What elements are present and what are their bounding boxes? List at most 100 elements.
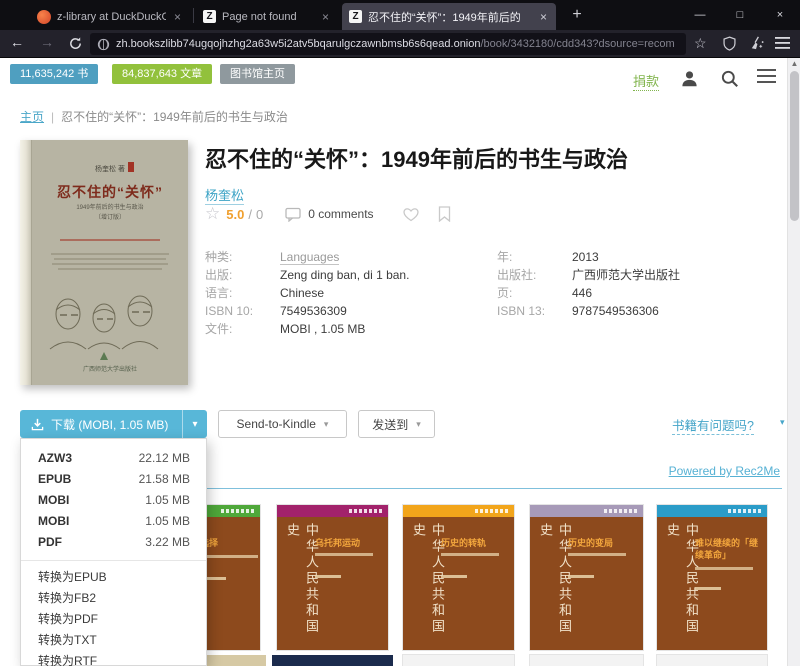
comments-count-label[interactable]: 0 comments [308,207,373,221]
tab-close-icon[interactable]: × [538,10,549,24]
category-link[interactable]: Languages [280,250,339,265]
convert-to-txt-option[interactable]: 转换为TXT [21,630,206,651]
browser-toolbar: ← → zh.bookszlibb74ugqojhzhg2a63w5i2atv5… [0,30,800,58]
favorite-heart-icon[interactable] [402,206,420,222]
cover-series-bar [403,505,514,517]
reload-icon[interactable] [68,36,83,51]
convert-to-pdf-option[interactable]: 转换为PDF [21,609,206,630]
recommended-row2-book-2[interactable] [272,655,393,666]
tab-title: z-library at DuckDuckGo [57,11,166,23]
zlibrary-favicon: Z [349,10,362,23]
cover-author-line [695,587,721,590]
book-cover[interactable]: 杨奎松 著 忍不住的“关怀” 1949年前后的书生与政治 〔增订版〕 [20,140,188,385]
zlibrary-book-page: 11,635,242 书 84,837,643 文章 图书馆主页 捐款 主页|忍… [0,58,800,666]
recommended-title: 历史的转轨 [441,537,509,549]
page-scrollbar[interactable]: ▲ [787,58,800,666]
scrollbar-thumb[interactable] [790,71,799,221]
send-to-kindle-label: Send-to-Kindle [237,417,316,431]
download-button[interactable]: 下载 (MOBI, 1.05 MB) [20,410,182,438]
library-home-badge[interactable]: 图书馆主页 [220,64,295,84]
breadcrumb: 主页|忍不住的“关怀”：1949年前后的书生与政治 [20,108,288,125]
tab-book-page-active[interactable]: Z 忍不住的“关怀”：1949年前后的 × [342,3,556,30]
url-bar[interactable]: zh.bookszlibb74ugqojhzhg2a63w5i2atv5bqar… [90,33,686,55]
recommended-title: 难以继续的「继续革命」 [695,537,763,561]
articles-count-badge[interactable]: 84,837,643 文章 [112,64,212,84]
meta-row-language: 语言:Chinese [205,284,409,302]
convert-to-epub-option[interactable]: 转换为EPUB [21,567,206,588]
convert-to-fb2-option[interactable]: 转换为FB2 [21,588,206,609]
rating-divider: / [248,207,252,222]
cover-subtitle-line [441,553,499,556]
powered-by-rec2me-link[interactable]: Powered by Rec2Me [669,464,780,478]
window-close-button[interactable]: × [760,0,800,30]
tab-close-icon[interactable]: × [172,10,183,24]
cover-subtitle-line [568,553,626,556]
url-host: zh.bookszlibb74ugqojhzhg2a63w5i2atv5bqar… [116,38,481,50]
bookmark-star-icon[interactable]: ☆ [694,35,707,52]
convert-to-rtf-option[interactable]: 转换为RTF [21,651,206,666]
cover-series-bar [530,505,643,517]
shield-icon[interactable] [722,36,737,51]
meta-row-isbn13: ISBN 13:9787549536306 [497,302,680,320]
cover-subtitle-line [695,567,753,570]
site-menu-icon[interactable] [757,69,776,84]
scrollbar-up-arrow[interactable]: ▲ [788,59,800,68]
save-bookmark-icon[interactable] [438,206,451,222]
report-book-problem-link[interactable]: 书籍有问题吗? [672,415,754,435]
meta-row-publisher: 出版社:广西师范大学出版社 [497,266,680,284]
browser-menu-icon[interactable] [775,37,800,50]
tab-title: 忍不住的“关怀”：1949年前后的 [368,9,532,25]
donate-link[interactable]: 捐款 [633,71,659,91]
format-option-mobi-1[interactable]: MOBI1.05 MB [21,490,206,511]
format-option-pdf[interactable]: PDF3.22 MB [21,532,206,553]
format-option-mobi-2[interactable]: MOBI1.05 MB [21,511,206,532]
broom-cleaner-icon[interactable] [748,35,765,52]
cover-portraits-sketch [38,288,170,350]
tab-title: Page not found [222,11,314,23]
kindle-caret-icon: ▾ [324,419,329,430]
recommended-row2-book-3[interactable] [403,655,514,666]
format-option-epub[interactable]: EPUB21.58 MB [21,469,206,490]
window-maximize-button[interactable]: □ [720,0,760,30]
send-to-button[interactable]: 发送到▾ [358,410,435,438]
recommended-book-2[interactable]: 中华人民共和国史 乌托邦运动 [277,505,388,650]
download-split-button: 下载 (MOBI, 1.05 MB) ▾ [20,410,207,438]
recommended-row2-book-1[interactable] [200,655,266,666]
book-author-link[interactable]: 杨奎松 [205,185,244,205]
send-to-caret-icon: ▾ [416,419,421,430]
window-minimize-button[interactable]: — [680,0,720,30]
rating-count: 0 [256,207,263,222]
books-count-badge[interactable]: 11,635,242 书 [10,64,98,84]
download-options-caret[interactable]: ▾ [182,410,207,438]
recommended-book-3[interactable]: 中华人民共和国史 历史的转轨 [403,505,514,650]
meta-row-year: 年:2013 [497,248,680,266]
recommended-row2-book-4[interactable] [530,655,643,666]
download-format-dropdown: AZW322.12 MB EPUB21.58 MB MOBI1.05 MB MO… [20,438,207,666]
cover-author-line [441,575,467,578]
tab-close-icon[interactable]: × [320,10,331,24]
new-tab-button[interactable]: + [566,6,588,24]
zlibrary-favicon: Z [203,10,216,23]
forward-button[interactable]: → [36,34,58,50]
comments-icon[interactable] [285,207,301,222]
rating-row: ☆ 5.0 / 0 0 comments [205,204,451,224]
recommended-book-4[interactable]: 中华人民共和国史 历史的变局 [530,505,643,650]
metadata-right-column: 年:2013 出版社:广西师范大学出版社 页:446 ISBN 13:97875… [497,248,680,320]
back-button[interactable]: ← [6,34,28,50]
format-option-azw3[interactable]: AZW322.12 MB [21,448,206,469]
send-to-kindle-button[interactable]: Send-to-Kindle ▾ [218,410,347,438]
breadcrumb-home-link[interactable]: 主页 [20,110,44,124]
user-profile-icon[interactable] [680,69,699,88]
cover-subtitle-line [315,553,373,556]
cover-edition: 〔增订版〕 [32,212,188,221]
tab-duckduckgo[interactable]: z-library at DuckDuckGo × [30,3,190,30]
recommended-row2-book-5[interactable] [657,655,767,666]
recommended-title: 乌托邦运动 [315,537,383,549]
rating-star-icon[interactable]: ☆ [205,204,220,224]
cover-quote-line [32,236,188,244]
recommended-book-5[interactable]: 中华人民共和国史 难以继续的「继续革命」 [657,505,767,650]
tab-page-not-found[interactable]: Z Page not found × [196,3,338,30]
search-icon[interactable] [720,69,739,88]
breadcrumb-separator: | [51,110,54,124]
onion-site-icon[interactable] [97,38,110,51]
